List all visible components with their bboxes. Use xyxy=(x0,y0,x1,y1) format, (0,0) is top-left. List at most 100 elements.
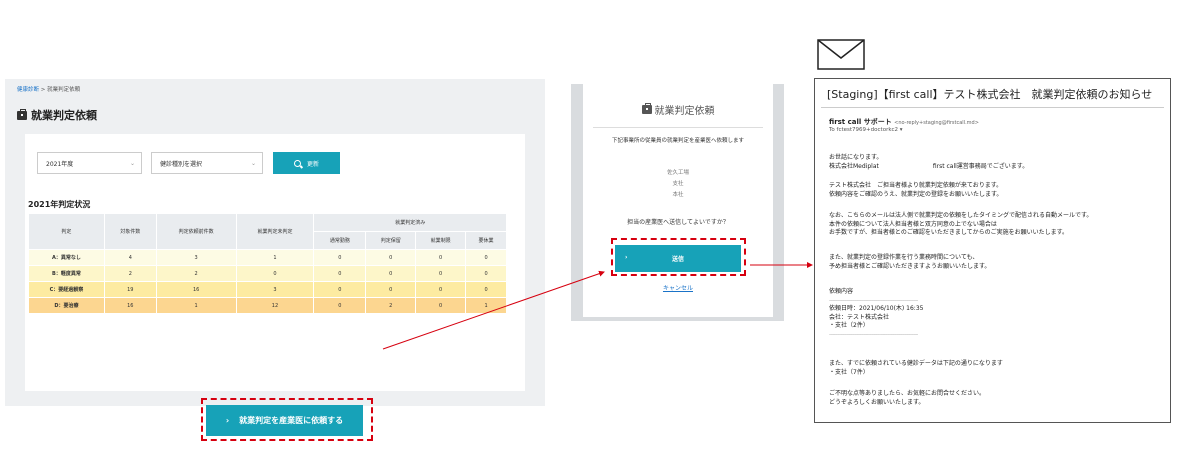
chevron-right-icon: › xyxy=(625,254,628,261)
email-line: お手数ですが、担当者様とのご確認をいただきましてからのご実施をお願いいたします。 xyxy=(829,229,1069,237)
email-line: ・支社（7件） xyxy=(829,368,869,376)
recipient-text: To fctest7969+doctorkc2 xyxy=(829,127,899,133)
briefcase-icon xyxy=(17,108,27,120)
modal-overlay: 就業判定依頼 下記事業所の従業員の就業判定を産業医へ依頼します 佐久工場 支社 … xyxy=(571,84,784,321)
email-paragraph: ご不明な点等ありましたら、お気軽にお問合せください。 どうぞよろしくお願いいたし… xyxy=(829,390,985,407)
email-paragraph: お世話になります。 株式会社Mediplat first call運営事務局でご… xyxy=(829,154,1028,171)
cell-requested: 2 xyxy=(155,265,237,282)
breadcrumb-separator: > xyxy=(39,87,48,93)
divider xyxy=(821,107,1164,108)
sender-address: <no-reply+staging@firstcall.md> xyxy=(894,120,979,126)
header-normal: 通常勤務 xyxy=(313,231,367,250)
breadcrumb-current: 就業判定依頼 xyxy=(47,87,81,93)
chevron-down-icon: ⌄ xyxy=(250,160,256,167)
email-line: ご不明な点等ありましたら、お気軽にお問合せください。 xyxy=(829,390,986,397)
header-hold: 判定保留 xyxy=(365,231,417,250)
cell-hold: 2 xyxy=(365,297,417,314)
exam-type-select[interactable]: 健診種別を選択 ⌄ xyxy=(151,152,263,174)
cell-target: 16 xyxy=(103,297,157,314)
detail-title: 依頼内容 xyxy=(829,288,854,295)
chevron-right-icon: › xyxy=(225,416,230,425)
separator-line: ----------------------------------------… xyxy=(829,331,918,337)
table-row: B：軽度異常 2 2 0 0 0 0 0 xyxy=(28,265,507,282)
breadcrumb: 健康診断 > 就業判定依頼 xyxy=(17,85,80,93)
row-label: A：異常なし xyxy=(28,249,105,266)
email-line: また、就業判定の登録作業を行う業務時間についても、 xyxy=(829,254,979,261)
judgment-status-table: 判定 対象件数 判定依頼前件数 就業判定未判定 就業判定済み 通常勤務 判定保留… xyxy=(28,213,507,314)
row-label: D：要治療 xyxy=(28,297,105,314)
email-paragraph: また、就業判定の登録作業を行う業務時間についても、 予め担当者様とご確認いただき… xyxy=(829,254,990,271)
page-title-text: 就業判定依頼 xyxy=(31,109,97,122)
cell-restricted: 0 xyxy=(415,281,467,298)
cell-hold: 0 xyxy=(365,281,417,298)
header-restricted: 就業制限 xyxy=(415,231,467,250)
cell-restricted: 0 xyxy=(415,249,467,266)
content-card: 2021年度 ⌄ 健診種別を選択 ⌄ 更新 2021年判定状況 判定 対象件数 … xyxy=(25,134,525,441)
cell-normal: 0 xyxy=(313,281,367,298)
request-judgment-button[interactable]: › 就業判定を産業医に依頼する xyxy=(206,405,363,436)
office-item: 佐久工場 xyxy=(666,170,689,176)
chevron-down-icon: ⌄ xyxy=(129,160,135,167)
health-exam-screen: 健康診断 > 就業判定依頼 就業判定依頼 2021年度 ⌄ 健診種別を選択 ⌄ … xyxy=(5,79,545,441)
briefcase-icon xyxy=(641,103,652,114)
breadcrumb-link[interactable]: 健康診断 xyxy=(17,87,39,93)
email-recipient[interactable]: To fctest7969+doctorkc2 ▾ xyxy=(829,127,903,133)
section-title: 2021年判定状況 xyxy=(28,200,91,209)
envelope-icon xyxy=(817,39,865,70)
header-target: 対象件数 xyxy=(103,213,157,250)
send-button-label: 送信 xyxy=(671,256,684,263)
year-select[interactable]: 2021年度 ⌄ xyxy=(37,152,142,174)
office-list: 佐久工場 支社 本社 xyxy=(583,168,773,201)
cell-target: 2 xyxy=(103,265,157,282)
cell-normal: 0 xyxy=(313,265,367,282)
confirm-dialog: 就業判定依頼 下記事業所の従業員の就業判定を産業医へ依頼します 佐久工場 支社 … xyxy=(583,84,773,317)
cell-leave: 0 xyxy=(465,249,507,266)
cell-not-judged: 12 xyxy=(235,297,315,314)
cell-target: 4 xyxy=(103,249,157,266)
page-title: 就業判定依頼 xyxy=(17,107,97,123)
email-subject: [Staging]【first call】テスト株式会社 就業判定依頼のお知らせ xyxy=(827,88,1153,101)
office-item: 本社 xyxy=(672,192,684,198)
cell-requested: 16 xyxy=(155,281,237,298)
cell-requested: 1 xyxy=(155,297,237,314)
update-button-label: 更新 xyxy=(306,160,319,168)
row-label: B：軽度異常 xyxy=(28,265,105,282)
email-line: テスト株式会社 ご担当者様より就業判定依頼が来ております。 xyxy=(829,182,1003,189)
table-row: C：要経過観察 19 16 3 0 0 0 0 xyxy=(28,281,507,298)
email-line: また、すでに依頼されている健診データは下記の通りになります xyxy=(829,360,1003,367)
cancel-link[interactable]: キャンセル xyxy=(583,283,773,292)
cell-target: 19 xyxy=(103,281,157,298)
table-row: A：異常なし 4 3 1 0 0 0 0 xyxy=(28,249,507,266)
cell-not-judged: 3 xyxy=(235,281,315,298)
header-leave: 要休業 xyxy=(465,231,507,250)
cell-hold: 0 xyxy=(365,265,417,282)
header-not-judged: 就業判定未判定 xyxy=(235,213,315,250)
year-select-value: 2021年度 xyxy=(46,160,74,168)
send-button[interactable]: › 送信 xyxy=(615,245,741,272)
separator-line: ----------------------------------------… xyxy=(829,297,918,303)
header-judgment: 判定 xyxy=(28,213,105,250)
cell-leave: 1 xyxy=(465,297,507,314)
cell-hold: 0 xyxy=(365,249,417,266)
dialog-title: 就業判定依頼 xyxy=(583,102,773,117)
cell-leave: 0 xyxy=(465,265,507,282)
search-icon xyxy=(293,159,301,167)
header-judged-group: 就業判定済み xyxy=(313,213,507,232)
dropdown-caret-icon: ▾ xyxy=(899,127,903,133)
cell-restricted: 0 xyxy=(415,297,467,314)
table-row: D：要治療 16 1 12 0 2 0 1 xyxy=(28,297,507,314)
email-paragraph: 依頼内容 -----------------------------------… xyxy=(829,288,923,340)
email-line: 本件の依頼について法人担当者様と双方同意の上でない場合は xyxy=(829,220,997,228)
dialog-title-text: 就業判定依頼 xyxy=(654,106,715,117)
office-item: 支社 xyxy=(672,181,684,187)
exam-type-select-value: 健診種別を選択 xyxy=(160,160,203,168)
email-line: どうぞよろしくお願いいたします。 xyxy=(829,398,925,406)
update-button[interactable]: 更新 xyxy=(273,152,340,174)
email-paragraph: なお、こちらのメールは法人側で就業判定の依頼をしたタイミングで配信される自動メー… xyxy=(829,212,1092,238)
cell-normal: 0 xyxy=(313,297,367,314)
email-line: 依頼内容をご確認のうえ、就業判定の登録をお願いいたします。 xyxy=(829,190,1003,198)
email-paragraph: テスト株式会社 ご担当者様より就業判定依頼が来ております。 依頼内容をご確認のう… xyxy=(829,182,1002,199)
cell-restricted: 0 xyxy=(415,265,467,282)
confirm-question: 担当の産業医へ送信してよいですか？ xyxy=(627,219,729,226)
cell-leave: 0 xyxy=(465,281,507,298)
